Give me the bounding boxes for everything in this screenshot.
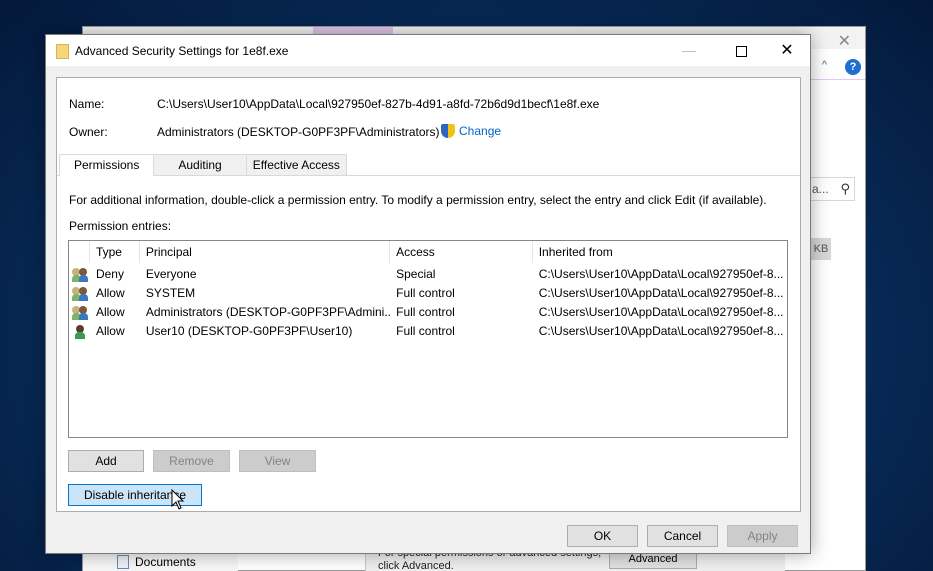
cell-inherited-from: C:\Users\User10\AppData\Local\927950ef-8…: [538, 305, 784, 319]
column-header-principal[interactable]: Principal: [140, 241, 391, 263]
apply-button[interactable]: Apply: [727, 525, 798, 547]
cell-type: Allow: [95, 305, 125, 319]
remove-button[interactable]: Remove: [153, 450, 230, 472]
size-column-cell: KB: [811, 238, 831, 260]
cell-principal: User10 (DESKTOP-G0PF3PF\User10): [145, 324, 353, 338]
settings-panel: Name: C:\Users\User10\AppData\Local\9279…: [56, 77, 801, 512]
cell-inherited-from: C:\Users\User10\AppData\Local\927950ef-8…: [538, 324, 784, 338]
cell-type: Allow: [95, 324, 125, 338]
tab-strip: Permissions Auditing Effective Access: [59, 154, 347, 176]
column-header-inherited-from[interactable]: Inherited from: [533, 241, 787, 263]
table-row[interactable]: Allow Administrators (DESKTOP-G0PF3PF\Ad…: [69, 303, 787, 322]
close-button[interactable]: ✕: [764, 35, 810, 66]
ok-button[interactable]: OK: [567, 525, 638, 547]
tab-effective-access[interactable]: Effective Access: [245, 154, 347, 175]
nav-item-label: Documents: [135, 555, 196, 569]
advanced-security-dialog: Advanced Security Settings for 1e8f.exe …: [45, 34, 811, 554]
user-icon: [72, 325, 88, 339]
cell-principal: SYSTEM: [145, 286, 196, 300]
hint-line-2: click Advanced.: [378, 560, 454, 571]
background-close-icon[interactable]: ✕: [838, 31, 851, 51]
search-placeholder: a...: [812, 182, 829, 196]
documents-icon: [117, 555, 129, 569]
tab-auditing[interactable]: Auditing: [153, 154, 247, 175]
cell-access: Special: [396, 267, 436, 281]
tab-permissions[interactable]: Permissions: [59, 154, 155, 176]
cancel-button[interactable]: Cancel: [647, 525, 718, 547]
chevron-up-icon[interactable]: ^: [822, 59, 827, 71]
cell-inherited-from: C:\Users\User10\AppData\Local\927950ef-8…: [538, 286, 784, 300]
maximize-button[interactable]: [718, 35, 764, 66]
users-icon: [72, 287, 88, 301]
info-text: For additional information, double-click…: [69, 193, 767, 207]
list-header: Type Principal Access Inherited from: [69, 241, 787, 263]
add-button[interactable]: Add: [68, 450, 144, 472]
cell-type: Allow: [95, 286, 125, 300]
column-header-access[interactable]: Access: [390, 241, 533, 263]
name-label: Name:: [69, 97, 105, 111]
change-owner-link[interactable]: Change: [459, 124, 501, 138]
users-icon: [72, 268, 88, 282]
cell-inherited-from: C:\Users\User10\AppData\Local\927950ef-8…: [538, 267, 784, 281]
permission-entries-label: Permission entries:: [69, 219, 172, 233]
table-row[interactable]: Allow User10 (DESKTOP-G0PF3PF\User10) Fu…: [69, 322, 787, 341]
cell-access: Full control: [396, 305, 455, 319]
background-search-input[interactable]: a... ⚲: [809, 177, 855, 201]
nav-item-documents[interactable]: Documents: [117, 555, 196, 569]
view-button[interactable]: View: [239, 450, 316, 472]
search-icon: ⚲: [840, 181, 850, 196]
title-bar[interactable]: Advanced Security Settings for 1e8f.exe …: [46, 35, 810, 66]
maximize-icon: [735, 45, 747, 57]
cell-access: Full control: [396, 286, 455, 300]
column-header-icon: [69, 241, 90, 263]
owner-label: Owner:: [69, 125, 108, 139]
cell-principal: Everyone: [145, 267, 197, 281]
permission-entries-list[interactable]: Type Principal Access Inherited from Den…: [68, 240, 788, 438]
table-row[interactable]: Allow SYSTEM Full control C:\Users\User1…: [69, 284, 787, 303]
table-row[interactable]: Deny Everyone Special C:\Users\User10\Ap…: [69, 265, 787, 284]
help-icon[interactable]: ?: [845, 59, 861, 75]
name-value: C:\Users\User10\AppData\Local\927950ef-8…: [157, 97, 600, 111]
users-icon: [72, 306, 88, 320]
cell-type: Deny: [95, 267, 124, 281]
cell-access: Full control: [396, 324, 455, 338]
cell-principal: Administrators (DESKTOP-G0PF3PF\Admini..…: [145, 305, 391, 319]
owner-value: Administrators (DESKTOP-G0PF3PF\Administ…: [157, 125, 440, 139]
minimize-button[interactable]: —: [666, 35, 712, 66]
dialog-title: Advanced Security Settings for 1e8f.exe: [75, 44, 289, 58]
uac-shield-icon: [441, 124, 455, 138]
folder-icon: [56, 44, 69, 59]
column-header-type[interactable]: Type: [90, 241, 140, 263]
